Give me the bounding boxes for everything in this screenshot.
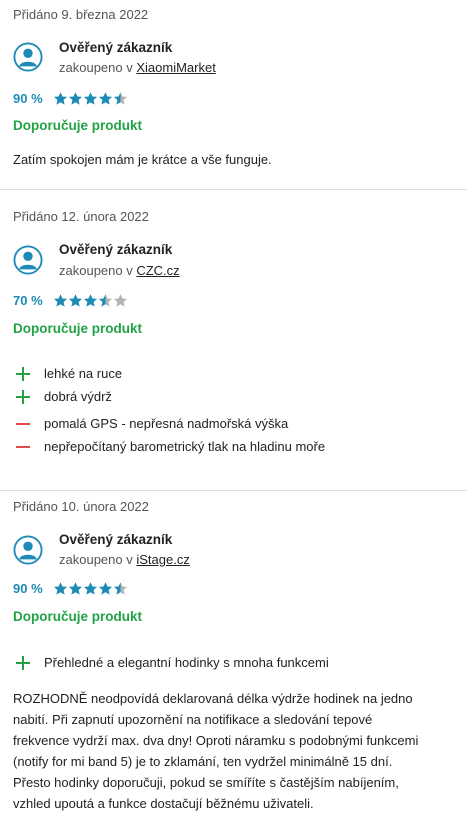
user-avatar-icon xyxy=(13,245,43,275)
purchase-info: zakoupeno v XiaomiMarket xyxy=(59,60,216,75)
star-icon xyxy=(68,91,83,105)
star-icon xyxy=(68,293,83,307)
star-icon xyxy=(98,293,113,307)
reviewer-name: Ověřený zákazník xyxy=(59,532,173,547)
star-rating xyxy=(53,91,128,106)
star-icon xyxy=(113,293,128,307)
reviewer-name: Ověřený zákazník xyxy=(59,242,173,257)
review-date: Přidáno 10. února 2022 xyxy=(13,499,149,514)
shop-link[interactable]: CZC.cz xyxy=(136,263,179,278)
user-avatar-icon xyxy=(13,535,43,565)
star-icon xyxy=(113,581,128,595)
recommend-label: Doporučuje produkt xyxy=(13,321,142,336)
pro-item: Přehledné a elegantní hodinky s mnoha fu… xyxy=(16,655,329,670)
plus-icon xyxy=(16,655,30,670)
con-item: pomalá GPS - nepřesná nadmořská výška xyxy=(16,416,288,431)
pro-item: lehké na ruce xyxy=(16,366,122,381)
shop-link[interactable]: iStage.cz xyxy=(136,552,189,567)
review-date: Přidáno 9. března 2022 xyxy=(13,7,149,22)
star-rating xyxy=(53,293,128,308)
plus-icon xyxy=(16,366,30,381)
review-text: ROZHODNĚ neodpovídá deklarovaná délka vý… xyxy=(13,691,419,811)
minus-icon xyxy=(16,417,30,431)
star-icon xyxy=(98,91,113,105)
star-rating xyxy=(53,581,128,596)
star-icon xyxy=(113,91,128,105)
star-icon xyxy=(53,293,68,307)
purchase-info: zakoupeno v iStage.cz xyxy=(59,552,190,567)
star-icon xyxy=(83,293,98,307)
rating: 90 % xyxy=(13,90,128,106)
user-avatar-icon xyxy=(13,42,43,72)
star-icon xyxy=(53,91,68,105)
recommend-label: Doporučuje produkt xyxy=(13,609,142,624)
review-text: Zatím spokojen mám je krátce a vše fungu… xyxy=(13,152,272,167)
rating: 70 % xyxy=(13,292,128,308)
star-icon xyxy=(83,91,98,105)
recommend-label: Doporučuje produkt xyxy=(13,118,142,133)
review-3: Přidáno 10. února 2022 Ověřený zákazník … xyxy=(0,491,467,835)
purchase-info: zakoupeno v CZC.cz xyxy=(59,263,180,278)
rating-percent: 70 % xyxy=(13,292,43,308)
rating: 90 % xyxy=(13,580,128,596)
star-icon xyxy=(68,581,83,595)
star-icon xyxy=(53,581,68,595)
shop-link[interactable]: XiaomiMarket xyxy=(136,60,215,75)
review-date: Přidáno 12. února 2022 xyxy=(13,209,149,224)
star-icon xyxy=(98,581,113,595)
plus-icon xyxy=(16,389,30,404)
rating-percent: 90 % xyxy=(13,580,43,596)
reviewer-name: Ověřený zákazník xyxy=(59,40,173,55)
con-item: nepřepočítaný barometrický tlak na hladi… xyxy=(16,439,325,454)
rating-percent: 90 % xyxy=(13,90,43,106)
pro-item: dobrá výdrž xyxy=(16,389,112,404)
review-2: Přidáno 12. února 2022 Ověřený zákazník … xyxy=(0,190,467,491)
review-1: Přidáno 9. března 2022 Ověřený zákazník … xyxy=(0,0,467,190)
star-icon xyxy=(83,581,98,595)
minus-icon xyxy=(16,440,30,454)
